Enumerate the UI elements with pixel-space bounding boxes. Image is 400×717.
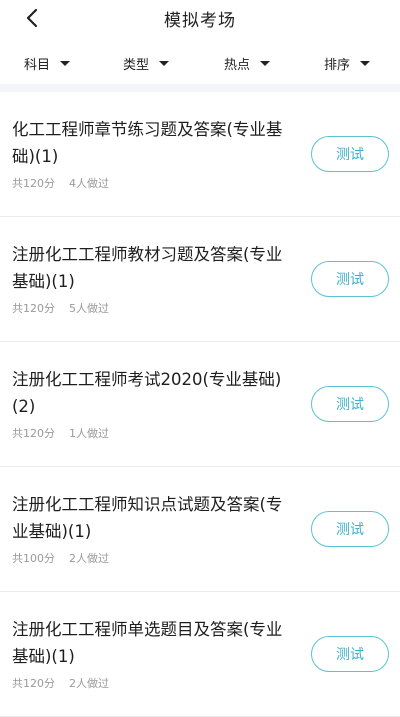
exam-list-item[interactable]: 注册化工工程师教材习题及答案(专业基础)(1) 共120分 5人做过 测试	[0, 217, 400, 342]
exam-title: 注册化工工程师考试2020(专业基础)(2)	[12, 370, 282, 416]
exam-title: 注册化工工程师教材习题及答案(专业基础)(1)	[12, 245, 283, 291]
exam-meta: 共120分 1人做过	[12, 425, 123, 441]
exam-score: 共100分	[12, 552, 55, 565]
exam-list-item[interactable]: 注册化工工程师知识点试题及答案(专业基础)(1) 共100分 2人做过 测试	[0, 467, 400, 592]
exam-list-item[interactable]: 注册化工工程师考试2020(专业基础)(2) 共120分 1人做过 测试	[0, 342, 400, 467]
exam-takers: 2人做过	[69, 552, 109, 565]
exam-title: 注册化工工程师知识点试题及答案(专业基础)(1)	[12, 495, 283, 541]
exam-score: 共120分	[12, 677, 55, 690]
caret-down-icon	[260, 60, 271, 66]
exam-takers: 1人做过	[69, 427, 109, 440]
exam-list-item[interactable]: 化工工程师章节练习题及答案(专业基础)(1) 共120分 4人做过 测试	[0, 92, 400, 217]
filter-bar: 科目 类型 热点 排序	[0, 44, 400, 80]
exam-score: 共120分	[12, 427, 55, 440]
exam-takers: 5人做过	[69, 302, 109, 315]
exam-score: 共120分	[12, 177, 55, 190]
exam-meta: 共120分 5人做过	[12, 300, 123, 316]
exam-meta: 共100分 2人做过	[12, 550, 123, 566]
exam-meta: 共120分 4人做过	[12, 175, 123, 191]
filter-hot[interactable]: 热点	[224, 53, 271, 73]
test-button[interactable]: 测试	[311, 386, 389, 422]
test-button[interactable]: 测试	[311, 261, 389, 297]
exam-title: 注册化工工程师单选题目及答案(专业基础)(1)	[12, 620, 283, 666]
page-title: 模拟考场	[164, 11, 236, 31]
filter-type[interactable]: 类型	[123, 53, 170, 73]
filter-label: 热点	[224, 57, 251, 73]
filter-label: 排序	[324, 57, 351, 73]
caret-down-icon	[60, 60, 71, 66]
test-button[interactable]: 测试	[311, 511, 389, 547]
exam-score: 共120分	[12, 302, 55, 315]
filter-subject[interactable]: 科目	[24, 53, 71, 73]
exam-title: 化工工程师章节练习题及答案(专业基础)(1)	[12, 120, 283, 166]
exam-meta: 共120分 2人做过	[12, 675, 123, 691]
exam-takers: 4人做过	[69, 177, 109, 190]
caret-down-icon	[360, 60, 371, 66]
exam-list-item[interactable]: 注册化工工程师单选题目及答案(专业基础)(1) 共120分 2人做过 测试	[0, 592, 400, 717]
filter-label: 科目	[24, 57, 51, 73]
exam-list: 化工工程师章节练习题及答案(专业基础)(1) 共120分 4人做过 测试 注册化工…	[0, 92, 400, 717]
test-button[interactable]: 测试	[311, 636, 389, 672]
section-divider	[0, 84, 400, 92]
caret-down-icon	[159, 60, 170, 66]
filter-sort[interactable]: 排序	[324, 53, 371, 73]
filter-label: 类型	[123, 57, 150, 73]
top-bar: 模拟考场	[0, 0, 400, 38]
exam-takers: 2人做过	[69, 677, 109, 690]
test-button[interactable]: 测试	[311, 136, 389, 172]
